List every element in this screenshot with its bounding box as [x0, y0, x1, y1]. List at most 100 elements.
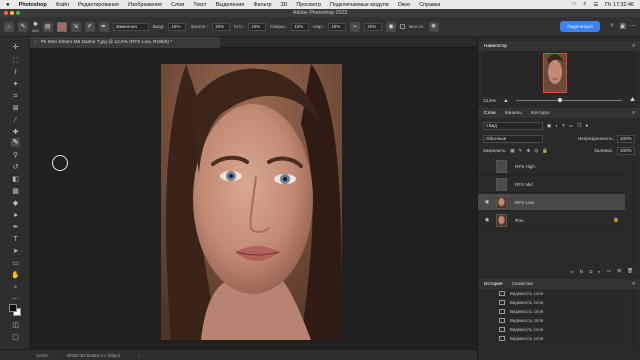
- adjustment-layer-icon[interactable]: ◐: [598, 269, 601, 274]
- search-icon[interactable]: ⌕: [610, 22, 614, 30]
- marquee-tool-icon[interactable]: ⬚: [11, 56, 20, 65]
- opacity-field[interactable]: 15%: [211, 22, 230, 31]
- smooth2-field[interactable]: 15%: [291, 22, 310, 31]
- clone-stamp-tool-icon[interactable]: ⚲: [11, 151, 20, 160]
- navigator-zoom-slider[interactable]: [515, 98, 622, 102]
- filter-smart-icon[interactable]: ❐: [577, 123, 581, 129]
- panel-menu-icon[interactable]: ≡: [632, 282, 635, 287]
- blur-tool-icon[interactable]: ◆: [11, 199, 20, 208]
- filter-shape-icon[interactable]: ▭: [569, 123, 573, 129]
- sample-all-checkbox[interactable]: [400, 24, 406, 29]
- crop-tool-icon[interactable]: ⌗: [11, 92, 20, 101]
- link-layers-icon[interactable]: ∞: [571, 269, 574, 274]
- history-item[interactable]: Видимость слоя: [496, 326, 624, 334]
- pressure-field[interactable]: 15%: [328, 22, 347, 31]
- lock-pixels-icon[interactable]: ▦: [510, 148, 514, 154]
- layer-filter-select[interactable]: ⌕ Вид: [483, 121, 543, 130]
- menu-layers[interactable]: Слои: [171, 2, 184, 8]
- close-window-button[interactable]: [4, 11, 8, 15]
- tab-properties[interactable]: Свойства: [512, 282, 533, 287]
- quick-mask-icon[interactable]: ◫: [11, 321, 20, 330]
- healing-brush-tool-icon[interactable]: ✚: [11, 128, 20, 137]
- menubar-clock[interactable]: Пт 17:32:46: [605, 2, 634, 8]
- pressure-icon[interactable]: ◉: [386, 21, 397, 32]
- minimize-window-button[interactable]: [10, 11, 14, 15]
- delete-layer-icon[interactable]: 🗑: [627, 268, 633, 274]
- menu-filter[interactable]: Фильтр: [253, 2, 271, 8]
- brush-tool-icon[interactable]: ✎: [18, 21, 28, 32]
- layer-row[interactable]: RFS High: [478, 158, 625, 175]
- zoom-level[interactable]: 12,5%: [36, 353, 48, 358]
- menu-app-name[interactable]: Photoshop: [19, 2, 47, 8]
- share-button[interactable]: Поделиться: [560, 21, 600, 32]
- eraser-tool-icon[interactable]: ◧: [11, 175, 20, 184]
- brush-settings-icon[interactable]: ▤: [42, 21, 53, 32]
- layer-opacity-field[interactable]: 100%: [617, 134, 635, 143]
- gradient-tool-icon[interactable]: ▦: [11, 187, 20, 196]
- home-icon[interactable]: ⌂: [4, 21, 14, 32]
- zoom-out-icon[interactable]: ⛰: [504, 98, 508, 103]
- layer-row[interactable]: RFS Mid: [478, 176, 625, 193]
- layer-style-icon[interactable]: fx: [580, 269, 584, 274]
- menu-window[interactable]: Окно: [398, 2, 411, 8]
- document-image[interactable]: [161, 64, 342, 340]
- layer-fill-field[interactable]: 100%: [617, 146, 635, 155]
- close-tab-icon[interactable]: ×: [34, 40, 37, 45]
- lasso-tool-icon[interactable]: ℓ: [11, 68, 20, 77]
- menu-file[interactable]: Файл: [56, 2, 69, 8]
- symmetry-icon[interactable]: ✥: [428, 21, 439, 32]
- wifi-icon[interactable]: ◠: [572, 2, 577, 8]
- percent-field[interactable]: 15%: [364, 22, 383, 31]
- history-item[interactable]: Видимость слоя: [496, 308, 624, 316]
- menu-edit[interactable]: Редактирование: [78, 2, 119, 8]
- panel-menu-icon[interactable]: ≡: [632, 44, 635, 49]
- workspace-icon[interactable]: ▣: [619, 22, 626, 30]
- filter-adjust-icon[interactable]: ◐: [555, 123, 558, 128]
- zoom-window-button[interactable]: [16, 11, 20, 15]
- history-item[interactable]: Видимость слоя: [496, 290, 624, 298]
- menu-view[interactable]: Просмотр: [296, 2, 321, 8]
- flow-field[interactable]: 15%: [168, 22, 187, 31]
- zoom-in-icon[interactable]: ⛰: [630, 97, 635, 104]
- move-tool-icon[interactable]: ✛: [11, 43, 20, 52]
- menu-image[interactable]: Изображение: [128, 2, 162, 8]
- rectangle-tool-icon[interactable]: ▭: [11, 259, 20, 268]
- airbrush-icon[interactable]: ⌁: [350, 21, 361, 32]
- history-item[interactable]: Видимость слоя: [496, 335, 624, 343]
- search-icon[interactable]: ⌕: [583, 1, 586, 8]
- lock-paint-icon[interactable]: ✎: [519, 148, 523, 154]
- filter-pixel-icon[interactable]: ▣: [547, 123, 551, 129]
- brush-tool-icon[interactable]: ✎: [11, 138, 20, 147]
- quick-select-tool-icon[interactable]: ✦: [11, 80, 20, 89]
- add-mask-icon[interactable]: ◘: [589, 269, 592, 274]
- type-tool-icon[interactable]: T: [11, 235, 20, 244]
- blend-mode-select[interactable]: Обычные: [483, 134, 543, 143]
- document-tab[interactable]: × Pk Mori Shtarv Md Dasha T.jpg @ 12,5% …: [30, 37, 220, 48]
- filter-type-icon[interactable]: T: [562, 123, 565, 128]
- frame-tool-icon[interactable]: ⊠: [11, 104, 20, 113]
- mixer-brush-icon[interactable]: ✒: [98, 21, 109, 32]
- eye-icon[interactable]: ◉: [483, 217, 491, 223]
- control-center-icon[interactable]: ☰: [593, 2, 598, 8]
- menu-dots-icon[interactable]: ⋯: [629, 22, 636, 30]
- new-layer-icon[interactable]: ⊞: [617, 268, 621, 274]
- dodge-tool-icon[interactable]: ●: [11, 211, 20, 220]
- lock-all-icon[interactable]: 🔒: [542, 148, 548, 154]
- eyedropper-tool-icon[interactable]: ⁄: [11, 116, 20, 125]
- tab-paths[interactable]: Контуры: [531, 111, 550, 116]
- brush-preset-picker[interactable]: ✺ 400: [32, 21, 39, 33]
- menu-type[interactable]: Текст: [193, 2, 207, 8]
- history-item[interactable]: Видимость слоя: [496, 317, 624, 325]
- zoom-tool-icon[interactable]: ⌕: [11, 283, 20, 292]
- mode-select[interactable]: Заменная: [112, 22, 149, 31]
- panel-menu-icon[interactable]: ≡: [632, 111, 635, 116]
- menu-help[interactable]: Справка: [419, 2, 440, 8]
- layer-row[interactable]: ◉ RFS Low: [478, 194, 625, 211]
- menu-plugins[interactable]: Подключаемые модули: [330, 2, 389, 8]
- pen-tool-icon[interactable]: ✒: [11, 223, 20, 232]
- filter-toggle-icon[interactable]: ●: [585, 123, 588, 128]
- menu-3d[interactable]: 3D: [280, 2, 287, 8]
- tab-history[interactable]: История: [484, 282, 503, 287]
- clone-source-icon[interactable]: ⇲: [70, 21, 81, 32]
- more-tools-icon[interactable]: ⋯: [11, 295, 20, 304]
